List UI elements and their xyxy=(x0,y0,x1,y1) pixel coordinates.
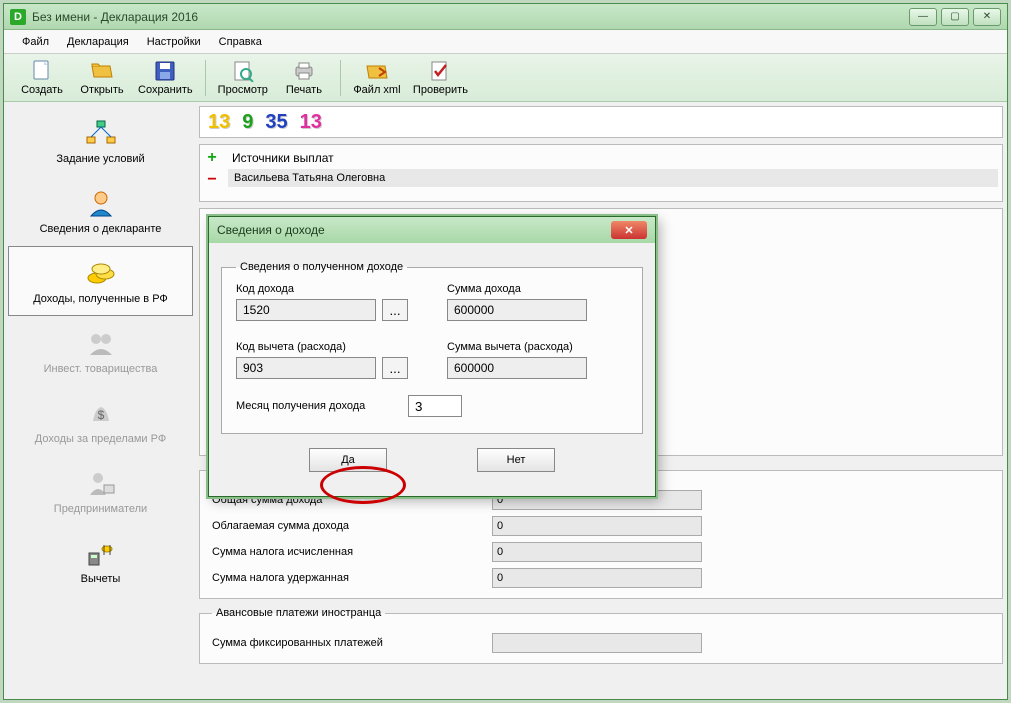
dialog-no-button[interactable]: Нет xyxy=(477,448,555,472)
dialog-buttons: Да Нет xyxy=(221,434,643,486)
advance-fieldset: Авансовые платежи иностранца Сумма фикси… xyxy=(199,607,1003,664)
income-abroad-icon: $ xyxy=(85,397,117,429)
menu-bar: Файл Декларация Настройки Справка xyxy=(4,30,1007,54)
income-code-label: Код дохода xyxy=(236,283,417,295)
deduction-sum-label: Сумма вычета (расхода) xyxy=(447,341,628,353)
close-button[interactable]: ✕ xyxy=(973,8,1001,26)
toolbar-create[interactable]: Создать xyxy=(12,56,72,100)
dialog-group-legend: Сведения о полученном доходе xyxy=(236,261,407,273)
col-deduction-code: Код вычета (расхода) ... xyxy=(236,341,417,379)
taxable-income-input[interactable] xyxy=(492,516,702,536)
sidebar-item-conditions[interactable]: Задание условий xyxy=(8,106,193,176)
window-buttons: — ▢ ✕ xyxy=(909,8,1001,26)
deduction-code-lookup[interactable]: ... xyxy=(382,357,408,379)
rate-tab-35[interactable]: 35 xyxy=(263,110,289,135)
toolbar-file-xml[interactable]: Файл xml xyxy=(347,56,407,100)
income-code-input[interactable] xyxy=(236,299,376,321)
totals-row-taxable: Облагаемая сумма дохода xyxy=(212,516,990,536)
income-dialog: Сведения о доходе ✕ Сведения о полученно… xyxy=(208,216,656,497)
month-row: Месяц получения дохода xyxy=(236,395,628,417)
menu-help[interactable]: Справка xyxy=(211,33,270,51)
app-icon: D xyxy=(10,9,26,25)
income-sum-label: Сумма дохода xyxy=(447,283,628,295)
col-income-sum: Сумма дохода xyxy=(447,283,628,321)
col-income-code: Код дохода ... xyxy=(236,283,417,321)
fixed-sum-input[interactable] xyxy=(492,633,702,653)
menu-declaration[interactable]: Декларация xyxy=(59,33,137,51)
rate-tab-13b[interactable]: 13 xyxy=(298,110,324,135)
entrepreneurs-icon xyxy=(85,467,117,499)
dialog-body: Сведения о полученном доходе Код дохода … xyxy=(209,243,655,496)
deduction-sum-input[interactable] xyxy=(447,357,587,379)
open-folder-icon xyxy=(90,59,114,83)
deduction-code-label: Код вычета (расхода) xyxy=(236,341,417,353)
month-label: Месяц получения дохода xyxy=(236,400,396,412)
month-input[interactable] xyxy=(408,395,462,417)
totals-row-withheld: Сумма налога удержанная xyxy=(212,568,990,588)
tax-calc-input[interactable] xyxy=(492,542,702,562)
print-icon xyxy=(292,59,316,83)
sidebar-item-income-abroad[interactable]: $ Доходы за пределами РФ xyxy=(8,386,193,456)
sources-section: + − Источники выплат Васильева Татьяна О… xyxy=(199,144,1003,202)
verify-icon xyxy=(428,59,452,83)
add-source-button[interactable]: + xyxy=(203,149,221,167)
conditions-icon xyxy=(85,117,117,149)
sources-buttons: + − xyxy=(200,145,224,201)
toolbar-verify[interactable]: Проверить xyxy=(407,56,474,100)
minimize-button[interactable]: — xyxy=(909,8,937,26)
toolbar-save[interactable]: Сохранить xyxy=(132,56,199,100)
col-deduction-sum: Сумма вычета (расхода) xyxy=(447,341,628,379)
income-code-lookup[interactable]: ... xyxy=(382,299,408,321)
source-row[interactable]: Васильева Татьяна Олеговна xyxy=(228,169,998,187)
menu-settings[interactable]: Настройки xyxy=(139,33,209,51)
invest-icon xyxy=(85,327,117,359)
dialog-title: Сведения о доходе xyxy=(217,223,611,237)
toolbar-open[interactable]: Открыть xyxy=(72,56,132,100)
dialog-group: Сведения о полученном доходе Код дохода … xyxy=(221,261,643,434)
save-icon xyxy=(153,59,177,83)
svg-text:$: $ xyxy=(97,408,104,422)
sidebar: Задание условий Сведения о декларанте До… xyxy=(8,106,193,695)
title-bar: D Без имени - Декларация 2016 — ▢ ✕ xyxy=(4,4,1007,30)
deductions-icon xyxy=(85,537,117,569)
window-title: Без имени - Декларация 2016 xyxy=(32,10,909,24)
toolbar: Создать Открыть Сохранить Просмотр Печа xyxy=(4,54,1007,102)
toolbar-print[interactable]: Печать xyxy=(274,56,334,100)
new-file-icon xyxy=(30,59,54,83)
tax-withheld-input[interactable] xyxy=(492,568,702,588)
rate-tabs: 13 9 35 13 xyxy=(199,106,1003,138)
declarant-icon xyxy=(85,187,117,219)
dialog-yes-button[interactable]: Да xyxy=(309,448,387,472)
maximize-button[interactable]: ▢ xyxy=(941,8,969,26)
taxable-income-label: Облагаемая сумма дохода xyxy=(212,520,492,532)
fixed-sum-label: Сумма фиксированных платежей xyxy=(212,637,492,649)
dialog-titlebar: Сведения о доходе ✕ xyxy=(209,217,655,243)
sources-header: Источники выплат xyxy=(228,149,998,167)
income-rf-icon xyxy=(85,257,117,289)
income-sum-input[interactable] xyxy=(447,299,587,321)
sidebar-item-invest[interactable]: Инвест. товарищества xyxy=(8,316,193,386)
rate-tab-13a[interactable]: 13 xyxy=(206,110,232,135)
dialog-close-button[interactable]: ✕ xyxy=(611,221,647,239)
xml-file-icon xyxy=(365,59,389,83)
toolbar-separator xyxy=(340,60,341,96)
sidebar-item-income-rf[interactable]: Доходы, полученные в РФ xyxy=(8,246,193,316)
sources-content: Источники выплат Васильева Татьяна Олего… xyxy=(224,145,1002,201)
sidebar-item-deductions[interactable]: Вычеты xyxy=(8,526,193,596)
advance-row-fixed: Сумма фиксированных платежей xyxy=(212,633,990,653)
preview-icon xyxy=(231,59,255,83)
rate-tab-9[interactable]: 9 xyxy=(240,110,255,135)
totals-row-taxcalc: Сумма налога исчисленная xyxy=(212,542,990,562)
dialog-grid: Код дохода ... Сумма дохода Код вычета (… xyxy=(236,283,628,379)
sidebar-item-entrepreneurs[interactable]: Предприниматели xyxy=(8,456,193,526)
menu-file[interactable]: Файл xyxy=(14,33,57,51)
advance-legend: Авансовые платежи иностранца xyxy=(212,607,385,619)
tax-withheld-label: Сумма налога удержанная xyxy=(212,572,492,584)
toolbar-preview[interactable]: Просмотр xyxy=(212,56,274,100)
sidebar-item-declarant[interactable]: Сведения о декларанте xyxy=(8,176,193,246)
remove-source-button[interactable]: − xyxy=(203,171,221,189)
tax-calc-label: Сумма налога исчисленная xyxy=(212,546,492,558)
deduction-code-input[interactable] xyxy=(236,357,376,379)
toolbar-separator xyxy=(205,60,206,96)
